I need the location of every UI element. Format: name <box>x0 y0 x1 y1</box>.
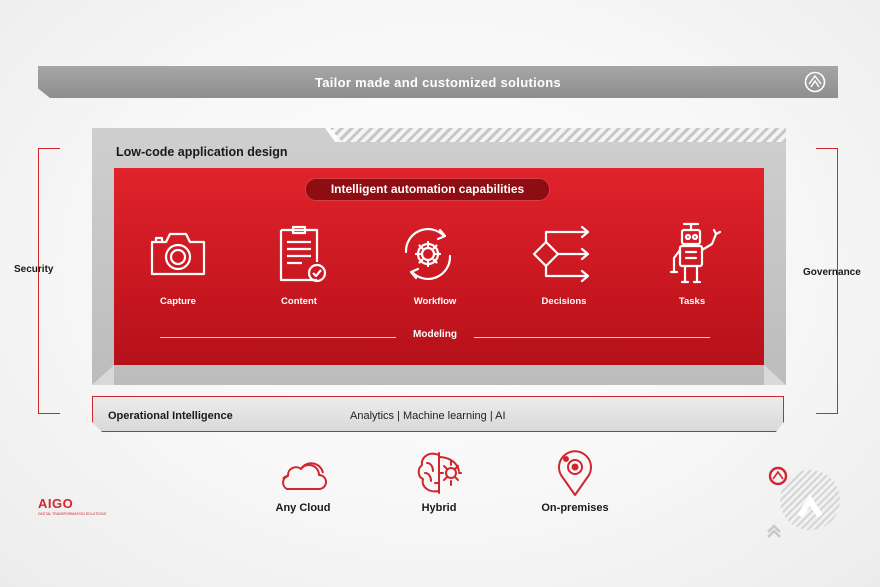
operational-intelligence-subtitle: Analytics | Machine learning | AI <box>350 410 506 422</box>
security-label: Security <box>14 264 54 275</box>
automation-title: Intelligent automation capabilities <box>305 178 550 201</box>
aigo-logo-text: AIGO <box>38 496 74 511</box>
decision-diamond-icon <box>532 225 590 283</box>
modeling-line-left <box>160 337 396 338</box>
tasks-label: Tasks <box>678 296 706 307</box>
security-bracket <box>38 148 60 414</box>
decisions-label: Decisions <box>541 296 587 307</box>
robot-icon <box>669 222 722 284</box>
governance-label: Governance <box>803 267 861 278</box>
capture-label: Capture <box>160 296 196 307</box>
operational-intelligence-title: Operational Intelligence <box>108 410 233 422</box>
aigo-logo: AIGO DIGITAL TRANSFORMATION SOLUTIONS <box>38 496 106 516</box>
content-label: Content <box>281 296 317 307</box>
banner-title: Tailor made and customized solutions <box>314 75 562 90</box>
low-code-title: Low-code application design <box>116 145 288 159</box>
cloud-icon <box>282 462 327 490</box>
aigo-logo-tagline: DIGITAL TRANSFORMATION SOLUTIONS <box>38 512 106 516</box>
modeling-line-right <box>474 337 710 338</box>
hatched-strip <box>330 128 786 142</box>
document-check-icon <box>279 225 327 283</box>
governance-bracket <box>816 148 838 414</box>
brain-gear-icon <box>417 452 462 494</box>
camera-icon <box>150 232 206 276</box>
company-logo-icon <box>804 71 826 93</box>
modeling-label: Modeling <box>413 329 457 340</box>
gear-cycle-icon <box>404 228 452 280</box>
location-pin-icon <box>558 450 592 496</box>
on-premises-label: On-premises <box>541 502 609 514</box>
any-cloud-label: Any Cloud <box>275 502 331 514</box>
workflow-label: Workflow <box>413 296 457 307</box>
hybrid-label: Hybrid <box>421 502 457 514</box>
decorative-emblem-icon <box>767 466 840 538</box>
